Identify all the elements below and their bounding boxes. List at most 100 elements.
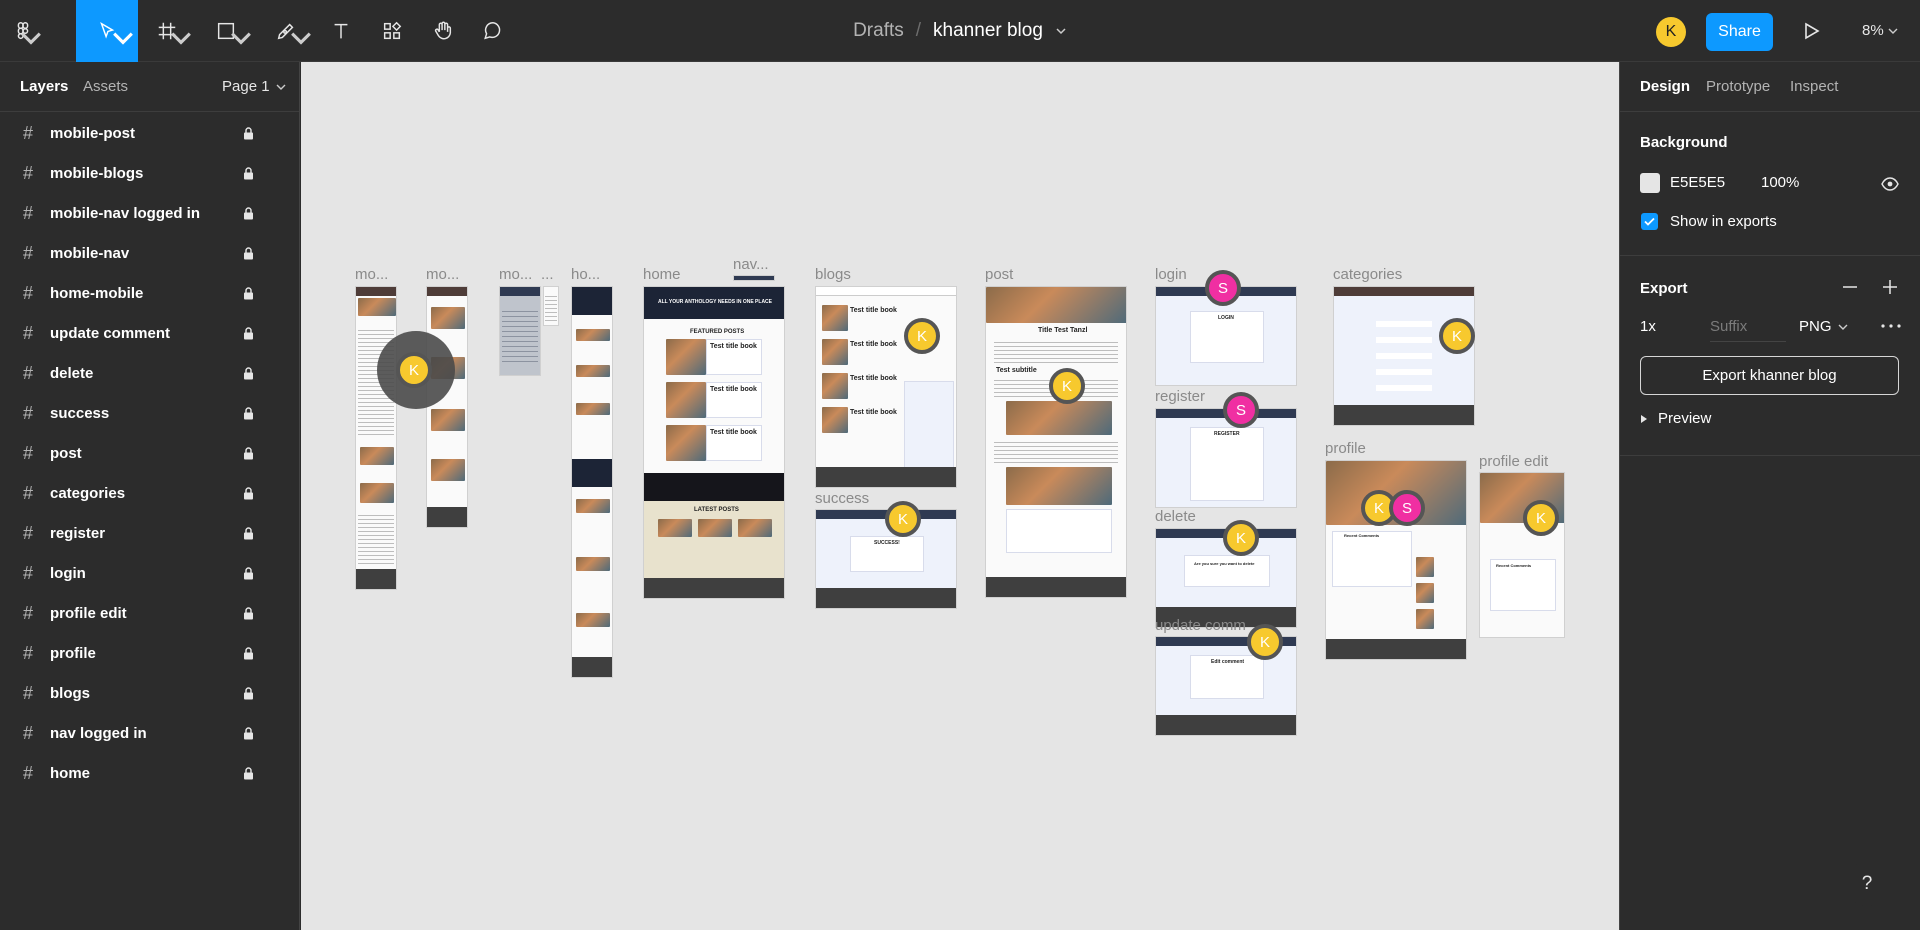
- frame-label-profile-edit[interactable]: profile edit: [1479, 453, 1548, 470]
- layer-row[interactable]: # profile edit: [0, 593, 300, 633]
- export-scale[interactable]: 1x: [1640, 318, 1656, 335]
- lock-icon[interactable]: [243, 767, 254, 780]
- background-swatch[interactable]: [1640, 173, 1660, 193]
- layer-row[interactable]: # mobile-post: [0, 113, 300, 153]
- frame-mobile-post[interactable]: [355, 286, 397, 590]
- share-button[interactable]: Share: [1706, 13, 1773, 51]
- frame-home-mobile[interactable]: [571, 286, 613, 678]
- frame-label-home[interactable]: home: [643, 266, 681, 283]
- lock-icon[interactable]: [243, 167, 254, 180]
- breadcrumb-drafts[interactable]: Drafts: [853, 20, 904, 42]
- layer-row[interactable]: # home: [0, 753, 300, 793]
- layer-row[interactable]: # categories: [0, 473, 300, 513]
- lock-icon[interactable]: [243, 447, 254, 460]
- lock-icon[interactable]: [243, 487, 254, 500]
- lock-icon[interactable]: [243, 727, 254, 740]
- tab-layers[interactable]: Layers: [20, 78, 68, 95]
- frame-profile[interactable]: Recent Comments: [1325, 460, 1467, 660]
- layer-row[interactable]: # success: [0, 393, 300, 433]
- pen-tool-icon[interactable]: [256, 0, 316, 62]
- frame-register[interactable]: REGISTER: [1155, 408, 1297, 508]
- lock-icon[interactable]: [243, 407, 254, 420]
- background-opacity-input[interactable]: 100%: [1761, 174, 1799, 191]
- layer-row[interactable]: # mobile-blogs: [0, 153, 300, 193]
- frame-label-home-mobile[interactable]: ho...: [571, 266, 600, 283]
- lock-icon[interactable]: [243, 647, 254, 660]
- layer-row[interactable]: # blogs: [0, 673, 300, 713]
- eye-icon[interactable]: [1881, 175, 1899, 193]
- plus-icon[interactable]: [1883, 280, 1897, 294]
- frame-mobile-nav[interactable]: [543, 286, 559, 326]
- move-tool-icon[interactable]: [76, 0, 138, 62]
- file-name[interactable]: khanner blog: [933, 20, 1043, 42]
- layer-row[interactable]: # home-mobile: [0, 273, 300, 313]
- page-selector[interactable]: Page 1: [222, 78, 286, 95]
- export-button[interactable]: Export khanner blog: [1640, 356, 1899, 395]
- preview-toggle[interactable]: Preview: [1640, 410, 1711, 427]
- export-suffix-input[interactable]: Suffix: [1710, 318, 1786, 342]
- frame-mobile-nav-logged-in[interactable]: [499, 286, 541, 376]
- resources-icon[interactable]: [366, 0, 418, 62]
- frame-label-mobile-post[interactable]: mo...: [355, 266, 388, 283]
- minus-icon[interactable]: [1843, 286, 1857, 288]
- lock-icon[interactable]: [243, 527, 254, 540]
- layer-row[interactable]: # mobile-nav: [0, 233, 300, 273]
- frame-label-nav-logged-in[interactable]: nav...: [733, 256, 769, 273]
- layer-row[interactable]: # register: [0, 513, 300, 553]
- frame-label-mobile-blogs[interactable]: mo...: [426, 266, 459, 283]
- layer-row[interactable]: # nav logged in: [0, 713, 300, 753]
- frame-label-post[interactable]: post: [985, 266, 1013, 283]
- layer-row[interactable]: # update comment: [0, 313, 300, 353]
- frame-categories[interactable]: [1333, 286, 1475, 426]
- frame-nav-logged-in[interactable]: [733, 275, 775, 281]
- show-in-exports-checkbox[interactable]: [1641, 213, 1658, 230]
- lock-icon[interactable]: [243, 367, 254, 380]
- layer-row[interactable]: # profile: [0, 633, 300, 673]
- frame-profile-edit[interactable]: Recent Comments: [1479, 472, 1565, 638]
- lock-icon[interactable]: [243, 127, 254, 140]
- text-tool-icon[interactable]: [316, 0, 366, 62]
- frame-label-register[interactable]: register: [1155, 388, 1205, 405]
- frame-label-update-comment[interactable]: update comm: [1155, 617, 1246, 634]
- present-play-icon[interactable]: [1798, 18, 1824, 44]
- zoom-dropdown[interactable]: 8%: [1862, 22, 1898, 39]
- tab-prototype[interactable]: Prototype: [1706, 78, 1770, 95]
- chevron-down-icon[interactable]: [1055, 25, 1067, 37]
- tab-design[interactable]: Design: [1640, 78, 1690, 95]
- frame-blogs[interactable]: Test title book Test title book Test tit…: [815, 286, 957, 488]
- comment-icon[interactable]: [468, 0, 518, 62]
- frame-label-blogs[interactable]: blogs: [815, 266, 851, 283]
- background-hex-input[interactable]: E5E5E5: [1670, 174, 1725, 191]
- lock-icon[interactable]: [243, 247, 254, 260]
- frame-home[interactable]: ALL YOUR ANTHOLOGY NEEDS IN ONE PLACE FE…: [643, 286, 785, 599]
- layer-row[interactable]: # login: [0, 553, 300, 593]
- layer-row[interactable]: # mobile-nav logged in: [0, 193, 300, 233]
- lock-icon[interactable]: [243, 607, 254, 620]
- frame-mobile-blogs[interactable]: [426, 286, 468, 528]
- frame-label-success[interactable]: success: [815, 490, 869, 507]
- hand-tool-icon[interactable]: [418, 0, 468, 62]
- tab-assets[interactable]: Assets: [83, 78, 128, 95]
- shape-tool-icon[interactable]: [196, 0, 256, 62]
- canvas[interactable]: mo... mo... mo... ... ho... home nav... …: [301, 62, 1619, 930]
- frame-post[interactable]: Title Test Tanzl Test subtitle: [985, 286, 1127, 598]
- layer-row[interactable]: # delete: [0, 353, 300, 393]
- lock-icon[interactable]: [243, 207, 254, 220]
- frame-tool-icon[interactable]: [138, 0, 196, 62]
- more-options-icon[interactable]: [1881, 324, 1901, 328]
- figma-menu-icon[interactable]: [0, 0, 46, 62]
- frame-label-mobile-nav-logged-in[interactable]: mo...: [499, 266, 532, 283]
- layer-row[interactable]: # post: [0, 433, 300, 473]
- avatar[interactable]: K: [1656, 17, 1686, 47]
- lock-icon[interactable]: [243, 687, 254, 700]
- frame-label-delete[interactable]: delete: [1155, 508, 1196, 525]
- lock-icon[interactable]: [243, 567, 254, 580]
- lock-icon[interactable]: [243, 327, 254, 340]
- help-button[interactable]: ?: [1845, 862, 1889, 906]
- tab-inspect[interactable]: Inspect: [1790, 78, 1838, 95]
- frame-label-categories[interactable]: categories: [1333, 266, 1402, 283]
- frame-label-profile[interactable]: profile: [1325, 440, 1366, 457]
- frame-label-mobile-nav[interactable]: ...: [541, 266, 554, 283]
- export-format-dropdown[interactable]: PNG: [1799, 318, 1848, 335]
- frame-label-login[interactable]: login: [1155, 266, 1187, 283]
